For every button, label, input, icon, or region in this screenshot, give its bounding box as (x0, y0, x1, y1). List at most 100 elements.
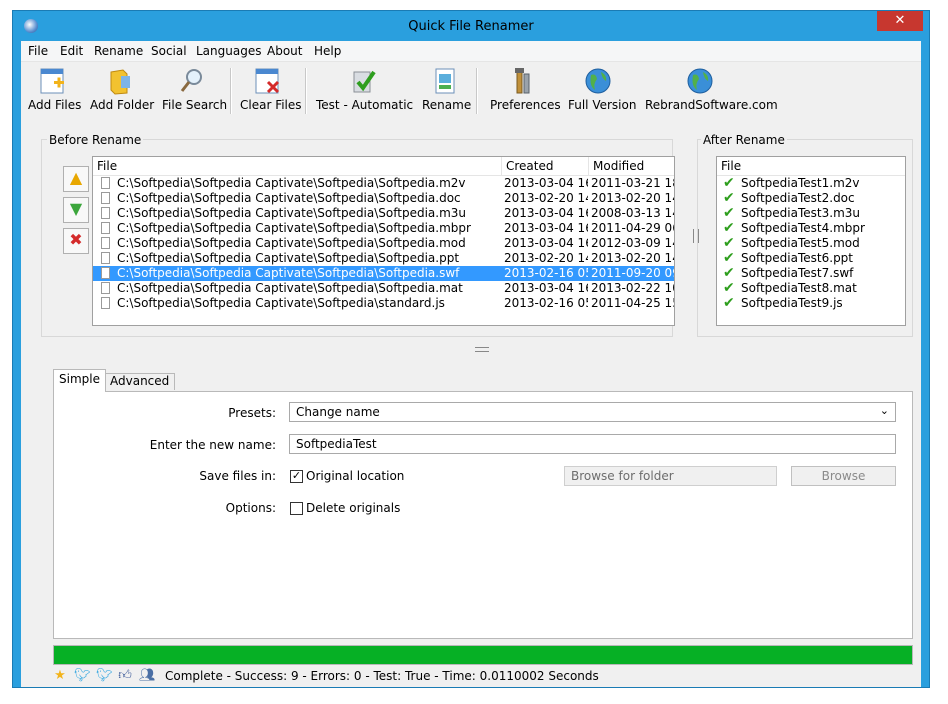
menu-languages[interactable]: Languages (196, 44, 261, 58)
users-icon[interactable]: 👥︎ (139, 669, 156, 683)
list-item[interactable]: ✔ SoftpediaTest6.ppt (717, 251, 905, 266)
table-row[interactable]: C:\Softpedia\Softpedia Captivate\Softped… (93, 191, 674, 206)
list-item[interactable]: ✔ SoftpediaTest9.js (717, 296, 905, 311)
modified-cell: 2011-09-20 09... (591, 266, 674, 280)
move-down-button[interactable]: ▼ (63, 197, 89, 223)
file-search-button[interactable]: File Search (159, 64, 227, 118)
table-row[interactable]: C:\Softpedia\Softpedia Captivate\Softped… (93, 176, 674, 191)
progress-bar (53, 645, 913, 665)
horizontal-splitter-grip[interactable] (475, 347, 489, 352)
renamed-file-cell: SoftpediaTest9.js (741, 296, 843, 310)
original-location-label[interactable]: Original location (306, 469, 404, 483)
globe-icon (687, 68, 713, 94)
star-icon[interactable]: ★ (53, 669, 67, 683)
close-button[interactable]: ✕ (877, 11, 923, 31)
folder-icon (110, 69, 130, 95)
remove-button[interactable]: ✖ (63, 228, 89, 254)
twitter-icon[interactable]: 🐦︎ (74, 669, 91, 683)
test-automatic-button[interactable]: Test - Automatic (313, 64, 413, 118)
rename-button[interactable]: Rename (419, 64, 471, 118)
arrow-down-icon: ▼ (69, 199, 83, 218)
list-item[interactable]: ✔ SoftpediaTest8.mat (717, 281, 905, 296)
list-item[interactable]: ✔ SoftpediaTest3.m3u (717, 206, 905, 221)
app-window: Quick File Renamer ✕ File Edit Rename So… (12, 10, 930, 688)
after-file-list[interactable]: File ✔ SoftpediaTest1.m2v ✔ SoftpediaTest2.… (716, 156, 906, 326)
rebrand-software-button[interactable]: RebrandSoftware.com (637, 64, 778, 118)
presets-select[interactable]: Change name ⌄ (289, 402, 896, 422)
table-row[interactable]: C:\Softpedia\Softpedia Captivate\Softped… (93, 296, 674, 311)
created-cell: 2013-03-04 16... (504, 236, 588, 250)
tab-advanced[interactable]: Advanced (104, 373, 176, 390)
browse-folder-placeholder: Browse for folder (571, 469, 674, 483)
document-icon (101, 252, 110, 264)
menu-social[interactable]: Social (151, 44, 187, 58)
table-row[interactable]: C:\Softpedia\Softpedia Captivate\Softped… (93, 221, 674, 236)
table-row[interactable]: C:\Softpedia\Softpedia Captivate\Softped… (93, 266, 674, 281)
modified-cell: 2008-03-13 14... (591, 206, 674, 220)
file-path-cell: C:\Softpedia\Softpedia Captivate\Softped… (117, 266, 460, 280)
menu-about[interactable]: About (267, 44, 302, 58)
browse-folder-input[interactable]: Browse for folder (564, 466, 777, 486)
green-check-icon: ✔ (723, 280, 735, 296)
list-item[interactable]: ✔ SoftpediaTest5.mod (717, 236, 905, 251)
rename-icon (435, 68, 455, 94)
table-row[interactable]: C:\Softpedia\Softpedia Captivate\Softped… (93, 281, 674, 296)
menu-help[interactable]: Help (314, 44, 341, 58)
created-cell: 2013-03-04 16... (504, 206, 588, 220)
before-file-list[interactable]: File Created Modified C:\Softpedia\Softp… (92, 156, 675, 326)
twitter-icon[interactable]: 🐦︎ (96, 669, 113, 683)
clear-files-icon (255, 68, 280, 94)
clear-files-button[interactable]: Clear Files (237, 64, 302, 118)
document-icon (101, 237, 110, 249)
new-name-input[interactable]: SoftpediaTest (289, 434, 896, 454)
add-folder-label: Add Folder (90, 98, 155, 112)
table-row[interactable]: C:\Softpedia\Softpedia Captivate\Softped… (93, 206, 674, 221)
preferences-button[interactable]: Preferences (485, 64, 561, 118)
column-modified[interactable]: Modified (593, 159, 644, 173)
menu-edit[interactable]: Edit (60, 44, 83, 58)
menu-rename[interactable]: Rename (94, 44, 143, 58)
tab-simple[interactable]: Simple (53, 369, 106, 392)
after-list-header: File (717, 157, 905, 176)
file-search-label: File Search (162, 98, 228, 112)
thumbs-up-icon[interactable]: 👍︎ (118, 669, 132, 683)
renamed-file-cell: SoftpediaTest1.m2v (741, 176, 860, 190)
renamed-file-cell: SoftpediaTest8.mat (741, 281, 857, 295)
client-area: File Edit Rename Social Languages About … (21, 41, 921, 687)
column-file[interactable]: File (97, 159, 117, 173)
file-path-cell: C:\Softpedia\Softpedia Captivate\Softped… (117, 221, 471, 235)
column-file[interactable]: File (721, 159, 741, 173)
document-icon (101, 222, 110, 234)
table-row[interactable]: C:\Softpedia\Softpedia Captivate\Softped… (93, 236, 674, 251)
delete-originals-checkbox[interactable] (290, 502, 303, 515)
move-up-button[interactable]: ▲ (63, 166, 89, 192)
test-check-icon (353, 70, 376, 93)
list-item[interactable]: ✔ SoftpediaTest2.doc (717, 191, 905, 206)
menu-file[interactable]: File (28, 44, 48, 58)
table-row[interactable]: C:\Softpedia\Softpedia Captivate\Softped… (93, 251, 674, 266)
file-path-cell: C:\Softpedia\Softpedia Captivate\Softped… (117, 281, 463, 295)
delete-originals-label[interactable]: Delete originals (306, 501, 400, 515)
list-item[interactable]: ✔ SoftpediaTest1.m2v (717, 176, 905, 191)
browse-button[interactable]: Browse (791, 466, 896, 486)
full-version-button[interactable]: Full Version (563, 64, 636, 118)
column-created[interactable]: Created (506, 159, 554, 173)
renamed-file-cell: SoftpediaTest6.ppt (741, 251, 854, 265)
list-item[interactable]: ✔ SoftpediaTest4.mbpr (717, 221, 905, 236)
document-icon (101, 282, 110, 294)
add-files-label: Add Files (28, 98, 82, 112)
checkmark-icon: ✓ (291, 469, 302, 482)
column-separator[interactable] (501, 157, 502, 175)
list-item[interactable]: ✔ SoftpediaTest7.swf (717, 266, 905, 281)
add-folder-button[interactable]: Add Folder (87, 64, 155, 118)
file-path-cell: C:\Softpedia\Softpedia Captivate\Softped… (117, 176, 466, 190)
title-bar[interactable]: Quick File Renamer ✕ (13, 11, 929, 41)
original-location-checkbox[interactable]: ✓ (290, 470, 303, 483)
options-label: Options: (225, 501, 276, 515)
add-files-button[interactable]: Add Files (25, 64, 82, 118)
new-name-value: SoftpediaTest (296, 437, 377, 451)
save-files-label: Save files in: (199, 469, 276, 483)
column-separator[interactable] (588, 157, 589, 175)
toolbar-separator (230, 68, 232, 114)
before-list-header: File Created Modified (93, 157, 674, 176)
